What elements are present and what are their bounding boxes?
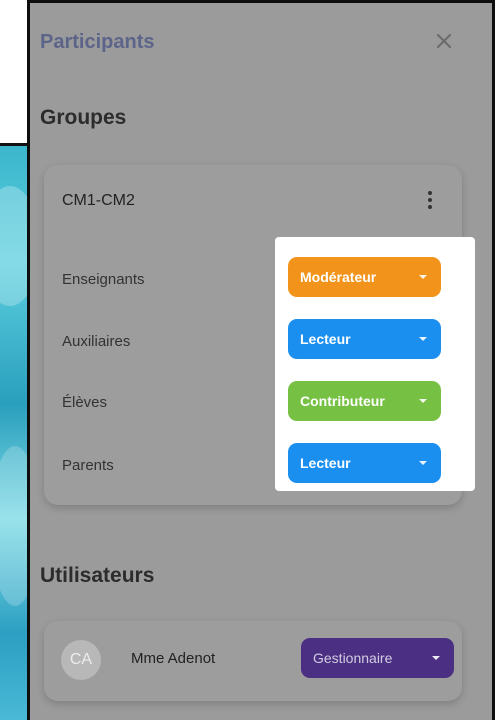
- user-role-label: Gestionnaire: [313, 650, 393, 666]
- groups-section-title: Groupes: [40, 106, 127, 129]
- caret-down-icon: [419, 275, 427, 279]
- close-icon[interactable]: [431, 28, 457, 54]
- role-select-label: Contributeur: [300, 393, 385, 409]
- caret-down-icon: [419, 399, 427, 403]
- group-name: CM1-CM2: [62, 192, 135, 209]
- background-image: [0, 146, 27, 720]
- caret-down-icon: [419, 461, 427, 465]
- users-section-title: Utilisateurs: [40, 564, 155, 587]
- role-select-label: Lecteur: [300, 455, 351, 471]
- panel-title: Participants: [40, 31, 155, 53]
- role-select-assistants[interactable]: Lecteur: [288, 319, 441, 359]
- user-role-select[interactable]: Gestionnaire: [301, 638, 454, 678]
- participants-panel: Participants Groupes CM1-CM2 Enseignants…: [27, 0, 495, 720]
- role-select-teachers[interactable]: Modérateur: [288, 257, 441, 297]
- kebab-icon[interactable]: [422, 185, 438, 215]
- role-select-label: Lecteur: [300, 331, 351, 347]
- caret-down-icon: [432, 656, 440, 660]
- role-label-teachers: Enseignants: [62, 271, 145, 288]
- role-select-label: Modérateur: [300, 269, 377, 285]
- caret-down-icon: [419, 337, 427, 341]
- role-select-students[interactable]: Contributeur: [288, 381, 441, 421]
- role-label-students: Élèves: [62, 394, 108, 411]
- role-select-parents[interactable]: Lecteur: [288, 443, 441, 483]
- user-name: Mme Adenot: [131, 650, 216, 667]
- role-label-assistants: Auxiliaires: [62, 333, 131, 350]
- role-label-parents: Parents: [62, 457, 114, 474]
- user-card: CA Mme Adenot Gestionnaire: [44, 621, 462, 701]
- avatar: CA: [61, 640, 101, 680]
